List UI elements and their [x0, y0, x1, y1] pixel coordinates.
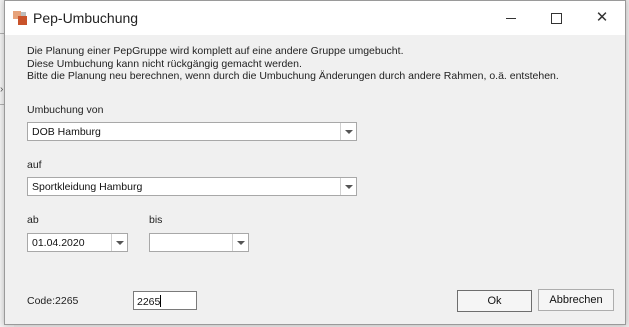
cancel-button[interactable]: Abbrechen: [538, 289, 614, 311]
info-line: Diese Umbuchung kann nicht rückgängig ge…: [27, 57, 302, 70]
title-bar[interactable]: Pep-Umbuchung ✕: [5, 1, 625, 35]
dropdown-button[interactable]: [232, 234, 248, 251]
ab-value: 01.04.2020: [32, 237, 85, 249]
pep-umbuchung-dialog: Pep-Umbuchung ✕ Die Planung einer PepGru…: [4, 0, 626, 325]
maximize-icon: [550, 13, 562, 25]
chevron-down-icon: [344, 184, 353, 189]
auf-value: Sportkleidung Hamburg: [32, 181, 143, 193]
chevron-down-icon: [115, 240, 124, 245]
background-arrow-icon: ›: [0, 84, 4, 95]
bis-date-picker[interactable]: [149, 233, 249, 252]
umbuchung-von-combo[interactable]: DOB Hamburg: [27, 122, 357, 141]
close-icon: ✕: [595, 9, 609, 26]
umbuchung-von-value: DOB Hamburg: [32, 126, 101, 138]
info-line: Bitte die Planung neu berechnen, wenn du…: [27, 70, 559, 82]
code-label: Code:2265: [27, 295, 79, 307]
app-icon: [13, 11, 29, 27]
bis-label: bis: [149, 214, 163, 226]
ab-date-picker[interactable]: 01.04.2020: [27, 233, 128, 252]
info-line: Die Planung einer PepGruppe wird komplet…: [27, 45, 404, 57]
code-input-value: 2265: [137, 295, 162, 308]
info-text: Die Planung einer PepGruppe wird komplet…: [27, 45, 559, 83]
chevron-down-icon: [236, 240, 245, 245]
umbuchung-von-label: Umbuchung von: [27, 104, 104, 116]
window-title: Pep-Umbuchung: [33, 10, 139, 26]
dropdown-button[interactable]: [340, 178, 356, 195]
close-button[interactable]: ✕: [579, 1, 625, 35]
chevron-down-icon: [344, 129, 353, 134]
auf-combo[interactable]: Sportkleidung Hamburg: [27, 177, 357, 196]
maximize-button[interactable]: [533, 1, 579, 35]
auf-label: auf: [27, 159, 42, 171]
ab-label: ab: [27, 214, 39, 226]
minimize-icon: [506, 18, 516, 20]
dropdown-button[interactable]: [340, 123, 356, 140]
dropdown-button[interactable]: [111, 234, 127, 251]
minimize-button[interactable]: [488, 1, 534, 35]
ok-button[interactable]: Ok: [457, 290, 532, 312]
code-input[interactable]: 2265: [133, 291, 197, 310]
text-caret: [160, 295, 162, 307]
